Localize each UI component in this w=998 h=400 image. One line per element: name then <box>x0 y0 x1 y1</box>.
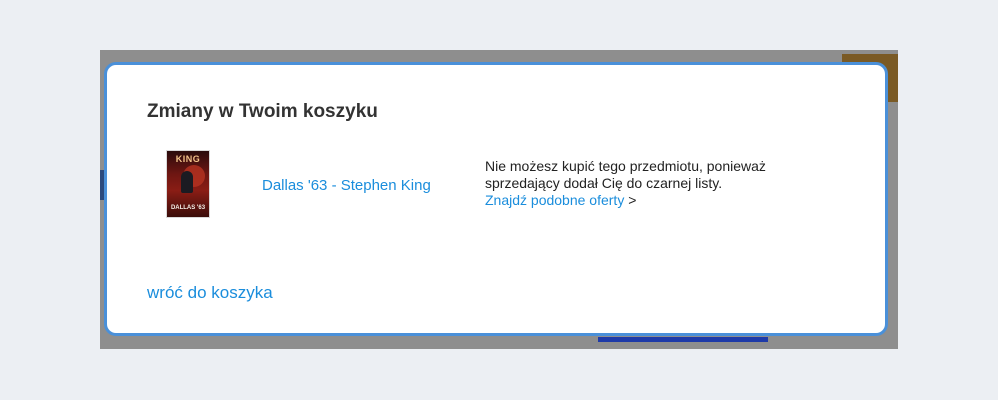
back-to-cart-link[interactable]: wróć do koszyka <box>147 283 273 303</box>
find-similar-offers-link[interactable]: Znajdź podobne oferty <box>485 192 624 208</box>
similar-offers-row: Znajdź podobne oferty > <box>485 192 845 209</box>
message-line-2: sprzedający dodał Cię do czarnej listy. <box>485 175 723 191</box>
cart-changes-dialog: Zmiany w Twoim koszyku KING DALLAS '63 D… <box>104 62 888 336</box>
product-name-link[interactable]: Dallas '63 - Stephen King <box>262 177 431 194</box>
book-cover-image[interactable]: KING DALLAS '63 <box>167 151 209 217</box>
cover-title-text: DALLAS '63 <box>170 205 206 211</box>
chevron-right-icon: > <box>628 192 637 208</box>
cover-art-figure <box>181 171 193 193</box>
cover-author-text: KING <box>175 154 201 164</box>
message-line-1: Nie możesz kupić tego przedmiotu, poniew… <box>485 158 766 174</box>
dialog-title: Zmiany w Twoim koszyku <box>147 101 378 122</box>
page: Zmiany w Twoim koszyku KING DALLAS '63 D… <box>0 0 998 400</box>
cart-item-row: KING DALLAS '63 Dallas '63 - Stephen Kin… <box>107 151 885 221</box>
background-button-element <box>598 337 768 342</box>
blocked-item-message: Nie możesz kupić tego przedmiotu, poniew… <box>485 158 845 209</box>
